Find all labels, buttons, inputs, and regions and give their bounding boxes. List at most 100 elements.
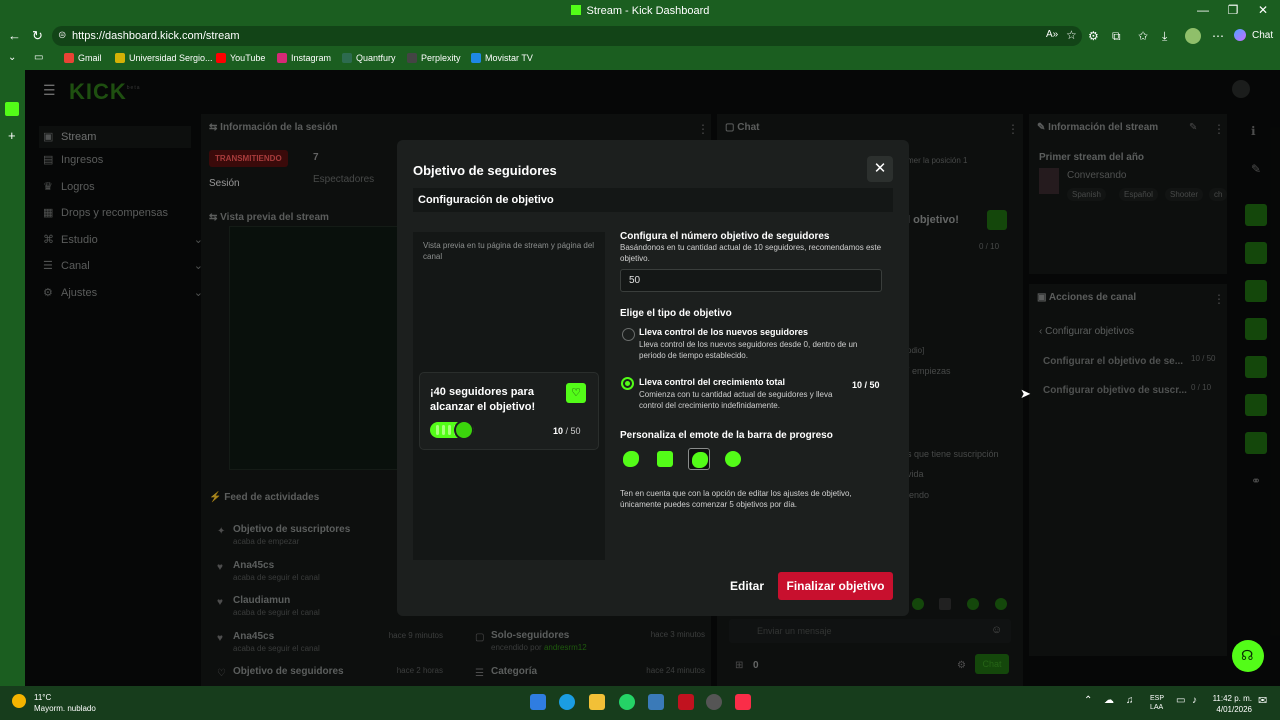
type-label: Elige el tipo de objetivo — [620, 308, 732, 319]
emote-icon — [692, 452, 708, 468]
emote-option-1[interactable] — [620, 448, 642, 470]
app-icon[interactable] — [648, 694, 664, 710]
bookmark-gmail[interactable]: Gmail — [64, 53, 102, 63]
emote-option-3[interactable] — [688, 448, 710, 470]
add-tab-icon[interactable]: + — [8, 128, 16, 143]
bookmark-label: YouTube — [230, 53, 266, 63]
url-box[interactable]: ⊜ https://dashboard.kick.com/stream A» ☆ — [52, 26, 1082, 46]
option-progress: 10 / 50 — [852, 380, 880, 390]
edge-icon[interactable] — [559, 694, 575, 710]
chatgpt-icon[interactable] — [706, 694, 722, 710]
language-indicator[interactable]: ESP LAA — [1150, 694, 1164, 712]
option-desc: Lleva control de los nuevos seguidores d… — [639, 340, 858, 360]
favorite-star-icon[interactable]: ☆ — [1066, 28, 1077, 42]
goal-preview-card: ¡40 seguidores para alcanzar el objetivo… — [419, 372, 599, 450]
netflix-icon[interactable] — [678, 694, 694, 710]
youtube-icon — [216, 53, 226, 63]
edit-button[interactable]: Editar — [724, 573, 770, 599]
bookmark-label: Gmail — [78, 53, 102, 63]
bookmark-label: Quantfury — [356, 53, 396, 63]
close-window-button[interactable]: ✕ — [1248, 3, 1278, 17]
minimize-button[interactable]: — — [1188, 3, 1218, 17]
emote-icon — [623, 451, 639, 467]
instagram-icon — [277, 53, 287, 63]
profile-avatar[interactable] — [1185, 28, 1201, 44]
maximize-button[interactable]: ❐ — [1218, 3, 1248, 17]
goal-limit-note: Ten en cuenta que con la opción de edita… — [620, 489, 852, 509]
support-button[interactable]: ☊ — [1232, 640, 1264, 672]
lang-layout: LAA — [1150, 704, 1164, 711]
window-title: Stream - Kick Dashboard — [0, 5, 1280, 17]
onedrive-icon[interactable]: ☁ — [1104, 695, 1114, 706]
kick-tab-icon[interactable] — [5, 102, 19, 116]
bookmark-universidad[interactable]: Universidad Sergio... — [115, 53, 213, 63]
browser-title-bar: Stream - Kick Dashboard — ❐ ✕ — [0, 0, 1280, 24]
volume-icon[interactable]: ♪ — [1192, 695, 1197, 706]
option-new-followers[interactable]: Lleva control de los nuevos seguidores L… — [620, 326, 890, 362]
notifications-icon[interactable]: ✉ — [1258, 694, 1267, 707]
music-icon[interactable] — [735, 694, 751, 710]
emote-option-2[interactable] — [654, 448, 676, 470]
downloads-icon[interactable]: ⤓ — [1162, 29, 1167, 44]
emote-option-4[interactable] — [722, 448, 744, 470]
goal-current: 10 — [553, 426, 564, 436]
kick-icon — [570, 5, 581, 15]
copilot-chat-button[interactable]: Chat — [1232, 26, 1276, 46]
more-menu-icon[interactable]: ⋯ — [1212, 29, 1224, 43]
goal-preview-panel: Vista previa en tu página de stream y pá… — [413, 232, 605, 560]
mic-icon[interactable]: ♫ — [1126, 695, 1134, 706]
bookmark-instagram[interactable]: Instagram — [277, 53, 331, 63]
radio-new-followers[interactable] — [622, 328, 635, 341]
quantfury-icon — [342, 53, 352, 63]
clock-time: 11:42 p. m. — [1212, 694, 1252, 703]
start-icon[interactable] — [530, 694, 546, 710]
bookmarks-bar: ⌄ ▭ Gmail Universidad Sergio... YouTube … — [0, 48, 1280, 70]
goal-target-input[interactable] — [620, 269, 882, 292]
close-icon[interactable]: ✕ — [867, 156, 893, 182]
radio-total-growth[interactable] — [621, 377, 634, 390]
whatsapp-icon[interactable] — [619, 694, 635, 710]
extensions-icon[interactable]: ⚙ — [1088, 29, 1099, 43]
section-header-label: Configuración de objetivo — [418, 194, 554, 206]
weather-widget[interactable]: 11°C Mayorm. nublado — [12, 692, 96, 714]
bookmark-label: Universidad Sergio... — [129, 53, 213, 63]
target-label: Configura el número objetivo de seguidor… — [620, 231, 830, 242]
url-text: https://dashboard.kick.com/stream — [72, 30, 240, 42]
weather-icon — [12, 694, 26, 708]
option-total-growth[interactable]: Lleva control del crecimiento total Comi… — [620, 376, 890, 412]
goal-target: / 50 — [565, 426, 581, 436]
tray-chevron-icon[interactable]: ⌃ — [1084, 695, 1092, 706]
bookmark-perplexity[interactable]: Perplexity — [407, 53, 461, 63]
goal-card-title: ¡40 seguidores para alcanzar el objetivo… — [430, 386, 536, 413]
bookmark-movistar[interactable]: Movistar TV — [471, 53, 533, 63]
bookmark-quantfury[interactable]: Quantfury — [342, 53, 396, 63]
file-explorer-icon[interactable] — [589, 694, 605, 710]
config-section-header: Configuración de objetivo — [413, 188, 893, 212]
finish-goal-button[interactable]: Finalizar objetivo — [778, 572, 893, 600]
modal-title: Objetivo de seguidores — [413, 163, 557, 178]
tab-actions-icon[interactable]: ▭ — [34, 52, 43, 63]
movistar-icon — [471, 53, 481, 63]
split-screen-icon[interactable]: ⧉ — [1112, 29, 1121, 44]
perplexity-icon — [407, 53, 417, 63]
option-desc: Comienza con tu cantidad actual de segui… — [639, 390, 833, 410]
taskbar-clock[interactable]: 11:42 p. m. 4/01/2026 — [1210, 693, 1252, 715]
network-icon[interactable]: ▭ — [1176, 695, 1185, 706]
address-bar: ← ↻ ⊜ https://dashboard.kick.com/stream … — [0, 24, 1280, 48]
site-info-icon[interactable]: ⊜ — [58, 30, 66, 41]
emote-icon — [657, 451, 673, 467]
weather-temp: 11°C — [34, 693, 52, 702]
bookmarks-chevron-icon[interactable]: ⌄ — [8, 52, 16, 63]
read-aloud-icon[interactable]: A» — [1046, 29, 1058, 40]
university-icon — [115, 53, 125, 63]
goal-card-progress: 10 / 50 — [553, 426, 581, 436]
target-hint: Basándonos en tu cantidad actual de 10 s… — [620, 243, 882, 263]
reload-icon[interactable]: ↻ — [32, 28, 43, 44]
favorites-icon[interactable]: ✩ — [1138, 29, 1148, 43]
progress-stripe — [442, 425, 445, 435]
preview-description: Vista previa en tu página de stream y pá… — [423, 241, 595, 261]
progress-emote — [454, 420, 474, 440]
back-icon[interactable]: ← — [8, 28, 21, 43]
gmail-icon — [64, 53, 74, 63]
bookmark-youtube[interactable]: YouTube — [216, 53, 265, 63]
